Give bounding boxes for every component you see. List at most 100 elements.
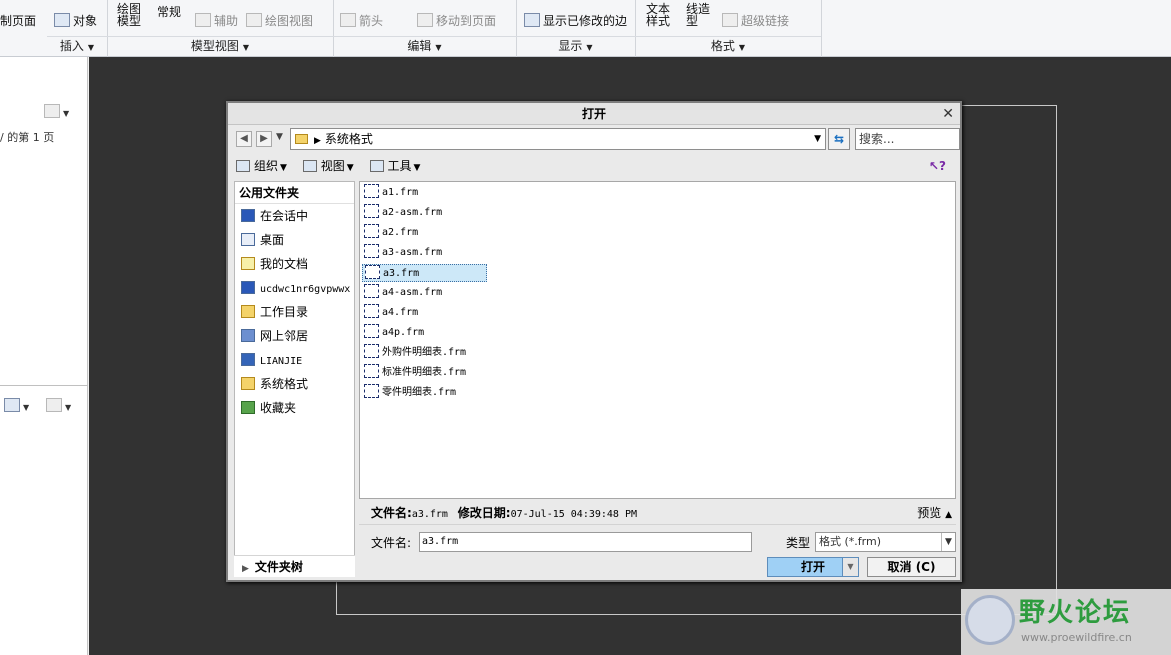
list-icon bbox=[44, 104, 60, 118]
chevron-down-icon: ▼ bbox=[276, 132, 283, 142]
ribbon-label: 绘图视图 bbox=[265, 14, 314, 28]
tool-label: 工具 bbox=[387, 159, 412, 173]
group-label: 显示 bbox=[558, 39, 583, 53]
place-label: ucdwc1nr6gvpwwx bbox=[260, 284, 351, 295]
path-combobox[interactable]: ▶ 系统格式 ▼ bbox=[290, 128, 826, 150]
hyperlink-icon bbox=[722, 13, 738, 27]
frm-file-icon bbox=[364, 224, 379, 238]
group-insert[interactable]: 插入 ▼ bbox=[47, 36, 107, 56]
cancel-button[interactable]: 取消 (C) bbox=[867, 557, 956, 577]
refresh-button[interactable]: ⇆ bbox=[828, 128, 850, 150]
file-item[interactable]: a1.frm bbox=[362, 184, 422, 202]
place-my-documents[interactable]: 我的文档 bbox=[235, 252, 354, 276]
frm-file-icon bbox=[364, 384, 379, 398]
line-style-button[interactable]: 线造 型 bbox=[686, 3, 710, 27]
draw-model-button[interactable]: 绘图 模型 bbox=[117, 3, 141, 27]
arrow-icon bbox=[340, 13, 356, 27]
history-dropdown[interactable]: ▼ bbox=[276, 132, 283, 142]
file-item[interactable]: 零件明细表.frm bbox=[362, 384, 460, 402]
group-model-views[interactable]: 模型视图 ▼ bbox=[107, 36, 333, 56]
move-to-page-button[interactable]: 移动到页面 bbox=[417, 12, 496, 29]
general-view-button[interactable]: 常规 bbox=[157, 3, 181, 20]
file-item[interactable]: a3-asm.frm bbox=[362, 244, 446, 262]
back-button[interactable]: ◀ bbox=[236, 131, 252, 147]
chevron-down-icon: ▼ bbox=[280, 163, 287, 173]
favorites-icon bbox=[241, 401, 255, 414]
group-display[interactable]: 显示 ▼ bbox=[516, 36, 635, 56]
place-desktop[interactable]: 桌面 bbox=[235, 228, 354, 252]
place-favorites[interactable]: 收藏夹 bbox=[235, 396, 354, 420]
watermark-url: www.proewildfire.cn bbox=[1021, 631, 1132, 644]
tools-menu[interactable]: 工具 ▼ bbox=[369, 155, 420, 179]
open-button[interactable]: 打开 ▼ bbox=[767, 557, 859, 577]
arrow-button[interactable]: 箭头 bbox=[340, 12, 383, 29]
file-item[interactable]: a4p.frm bbox=[362, 324, 428, 342]
object-icon bbox=[54, 13, 70, 27]
preview-toggle[interactable]: 预览 ▲ bbox=[917, 503, 952, 525]
filename-row: 文件名: a3.frm 类型 格式 (*.frm) ▼ bbox=[359, 531, 956, 553]
library-icon bbox=[241, 353, 255, 366]
help-icon[interactable]: ↖? bbox=[929, 155, 946, 177]
views-menu[interactable]: 视图 ▼ bbox=[302, 155, 354, 179]
place-lianjie[interactable]: LIANJIE bbox=[235, 348, 354, 372]
file-item[interactable]: a4.frm bbox=[362, 304, 422, 322]
organize-menu[interactable]: 组织 ▼ bbox=[236, 155, 287, 179]
chevron-down-icon: ▼ bbox=[586, 43, 593, 52]
file-name: 标准件明细表.frm bbox=[382, 367, 467, 378]
show-modified-edges-button[interactable]: 显示已修改的边 bbox=[524, 12, 627, 29]
info-filename: a3.frm bbox=[411, 509, 448, 520]
chevron-down-icon[interactable]: ▼ bbox=[842, 558, 858, 576]
forward-button[interactable]: ▶ bbox=[256, 131, 272, 147]
dialog-title: 打开 bbox=[581, 107, 606, 121]
place-in-session[interactable]: 在会话中 bbox=[235, 204, 354, 228]
file-item-selected[interactable]: a3.frm bbox=[362, 264, 487, 282]
tool-label: 组织 bbox=[254, 159, 279, 173]
drawing-view-button[interactable]: 绘图视图 bbox=[246, 12, 313, 29]
auxiliary-view-button[interactable]: 辅助 bbox=[195, 12, 238, 29]
button-row: 打开 ▼ 取消 (C) bbox=[359, 557, 956, 579]
chevron-down-icon: ▼ bbox=[435, 43, 442, 52]
group-format[interactable]: 格式 ▼ bbox=[635, 36, 821, 56]
search-input[interactable]: 搜索... bbox=[855, 128, 960, 150]
page-indicator: / 的第 1 页 bbox=[0, 131, 55, 144]
file-name: 零件明细表.frm bbox=[382, 387, 457, 398]
hyperlink-button[interactable]: 超级链接 bbox=[722, 12, 789, 29]
place-system-formats[interactable]: 系统格式 bbox=[235, 372, 354, 396]
network-icon bbox=[241, 329, 255, 342]
auxiliary-icon bbox=[195, 13, 211, 27]
text-style-button[interactable]: 文本 样式 bbox=[646, 3, 670, 27]
place-network[interactable]: 网上邻居 bbox=[235, 324, 354, 348]
file-item[interactable]: 外购件明细表.frm bbox=[362, 344, 470, 362]
views-icon bbox=[302, 160, 317, 172]
dialog-toolbar: 组织 ▼ 视图 ▼ 工具 ▼ ↖? bbox=[236, 155, 956, 177]
place-label: 我的文档 bbox=[260, 257, 309, 271]
file-name: a2-asm.frm bbox=[382, 207, 443, 218]
custom-page-button[interactable]: 制页面 bbox=[0, 12, 36, 29]
file-name: a4p.frm bbox=[382, 327, 425, 338]
working-directory-icon bbox=[241, 305, 255, 318]
show-dropdown[interactable]: ▼ bbox=[44, 104, 69, 119]
filename-input[interactable]: a3.frm bbox=[419, 532, 752, 552]
breadcrumb-arrow-icon: ▶ bbox=[314, 136, 321, 146]
left-panel: ▼ / 的第 1 页 ▼ ▼ bbox=[0, 57, 88, 655]
drawing-view-icon bbox=[246, 13, 262, 27]
file-item[interactable]: a2-asm.frm bbox=[362, 204, 446, 222]
folder-icon bbox=[241, 377, 255, 390]
file-item[interactable]: 标准件明细表.frm bbox=[362, 364, 470, 382]
folder-tree-toggle[interactable]: ▶ 文件夹树 bbox=[234, 555, 355, 577]
list-dropdown[interactable]: ▼ bbox=[46, 398, 71, 413]
object-button[interactable]: 对象 bbox=[54, 12, 97, 29]
group-edit[interactable]: 编辑 ▼ bbox=[333, 36, 516, 56]
type-label: 类型 bbox=[786, 536, 811, 550]
frm-file-icon bbox=[364, 204, 379, 218]
file-list[interactable]: a1.frm a2-asm.frm a2.frm a3-asm.frm a3.f… bbox=[359, 181, 956, 499]
close-icon[interactable]: ✕ bbox=[942, 103, 954, 125]
tools-dropdown[interactable]: ▼ bbox=[4, 398, 29, 413]
place-working-directory[interactable]: 工作目录 bbox=[235, 300, 354, 324]
folder-tree-label: 文件夹树 bbox=[254, 560, 303, 574]
file-item[interactable]: a2.frm bbox=[362, 224, 422, 242]
file-type-select[interactable]: 格式 (*.frm) ▼ bbox=[815, 532, 956, 552]
file-item[interactable]: a4-asm.frm bbox=[362, 284, 446, 302]
file-name: a4.frm bbox=[382, 307, 419, 318]
place-computer[interactable]: ucdwc1nr6gvpwwx bbox=[235, 276, 354, 300]
